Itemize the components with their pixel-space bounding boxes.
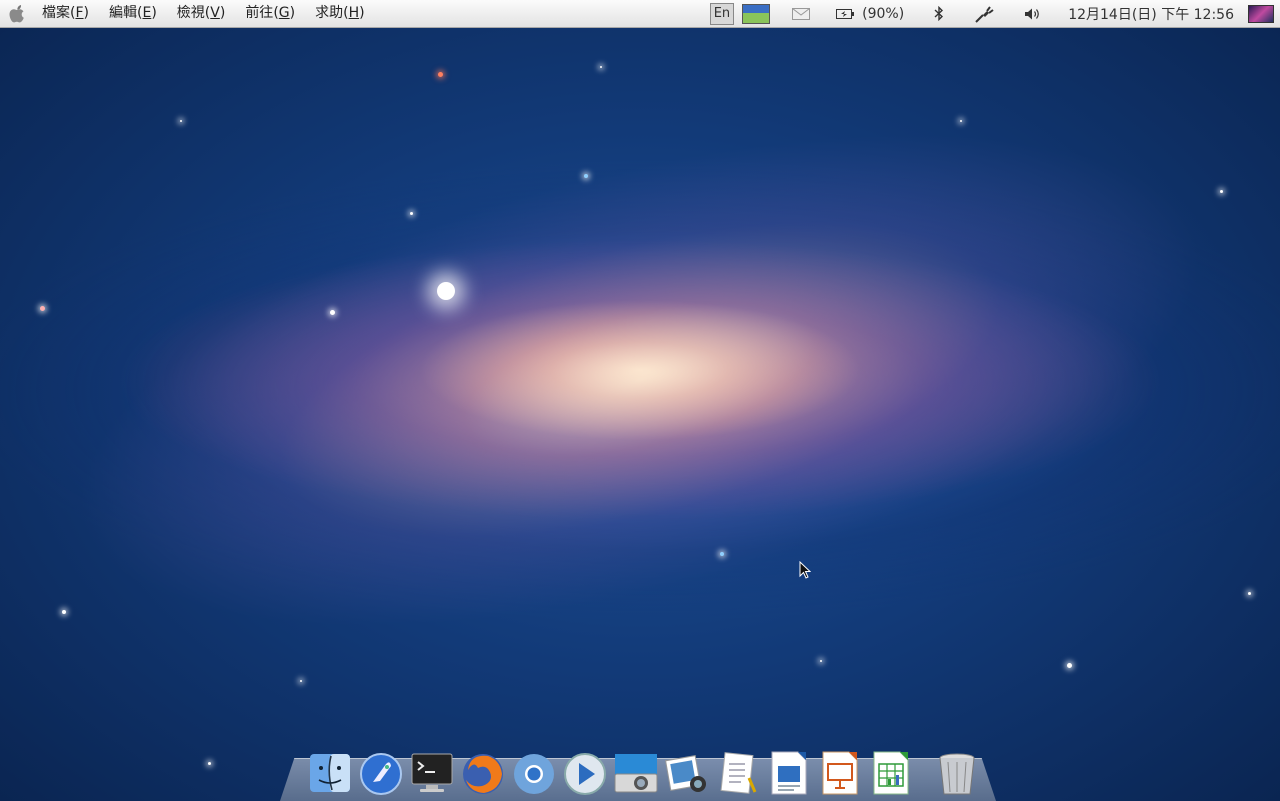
photos-icon[interactable] <box>664 748 710 798</box>
launchpad-icon[interactable] <box>358 748 404 798</box>
menu-help[interactable]: 求助(H) <box>305 0 374 27</box>
menu-go-label: 前往 <box>245 5 274 21</box>
menu-file-label: 檔案 <box>42 5 70 21</box>
menu-go[interactable]: 前往(G) <box>235 0 305 27</box>
menu-edit[interactable]: 編輯(E) <box>99 0 167 27</box>
menu-view[interactable]: 檢視(V) <box>167 0 236 27</box>
terminal-icon[interactable] <box>409 748 455 798</box>
apple-menu-icon[interactable] <box>2 0 32 27</box>
mouse-cursor-icon <box>799 560 812 583</box>
dock <box>304 736 984 798</box>
top-menu-bar: 檔案(F) 編輯(E) 檢視(V) 前往(G) 求助(H) En (90%) 1… <box>0 0 1280 28</box>
menu-file[interactable]: 檔案(F) <box>32 0 99 27</box>
menu-view-mnemonic: V <box>210 5 220 21</box>
finder-icon[interactable] <box>307 748 353 798</box>
firefox-icon[interactable] <box>460 748 506 798</box>
trash-icon[interactable] <box>934 748 980 798</box>
media-player-icon[interactable] <box>562 748 608 798</box>
volume-icon[interactable] <box>1024 0 1042 27</box>
wallpaper-galaxy <box>26 35 1254 725</box>
calc-icon[interactable] <box>868 748 914 798</box>
input-method-indicator[interactable]: En <box>709 0 735 27</box>
menu-help-mnemonic: H <box>348 5 360 21</box>
menu-go-mnemonic: G <box>278 5 290 21</box>
clock[interactable]: 12月14日(日) 下午 12:56 <box>1068 0 1234 27</box>
impress-icon[interactable] <box>817 748 863 798</box>
camera-icon[interactable] <box>613 748 659 798</box>
network-icon[interactable] <box>974 0 994 27</box>
user-avatar-icon[interactable] <box>1248 0 1274 27</box>
bluetooth-icon[interactable] <box>934 0 944 27</box>
battery-percentage: (90%) <box>862 5 905 22</box>
menu-view-label: 檢視 <box>176 5 205 21</box>
chromium-icon[interactable] <box>511 748 557 798</box>
status-area: En (90%) 12月14日(日) 下午 12:56 <box>702 0 1280 27</box>
menu-help-label: 求助 <box>315 5 344 21</box>
input-method-label: En <box>709 2 735 25</box>
mail-icon[interactable] <box>792 0 811 27</box>
menu-edit-mnemonic: E <box>142 5 152 21</box>
writer-icon[interactable] <box>766 748 812 798</box>
workspace-switcher-icon[interactable] <box>742 0 771 27</box>
menu-file-mnemonic: F <box>75 5 84 21</box>
battery-icon[interactable] <box>836 0 855 27</box>
text-document-icon[interactable] <box>715 748 761 798</box>
menu-edit-label: 編輯 <box>109 5 137 21</box>
